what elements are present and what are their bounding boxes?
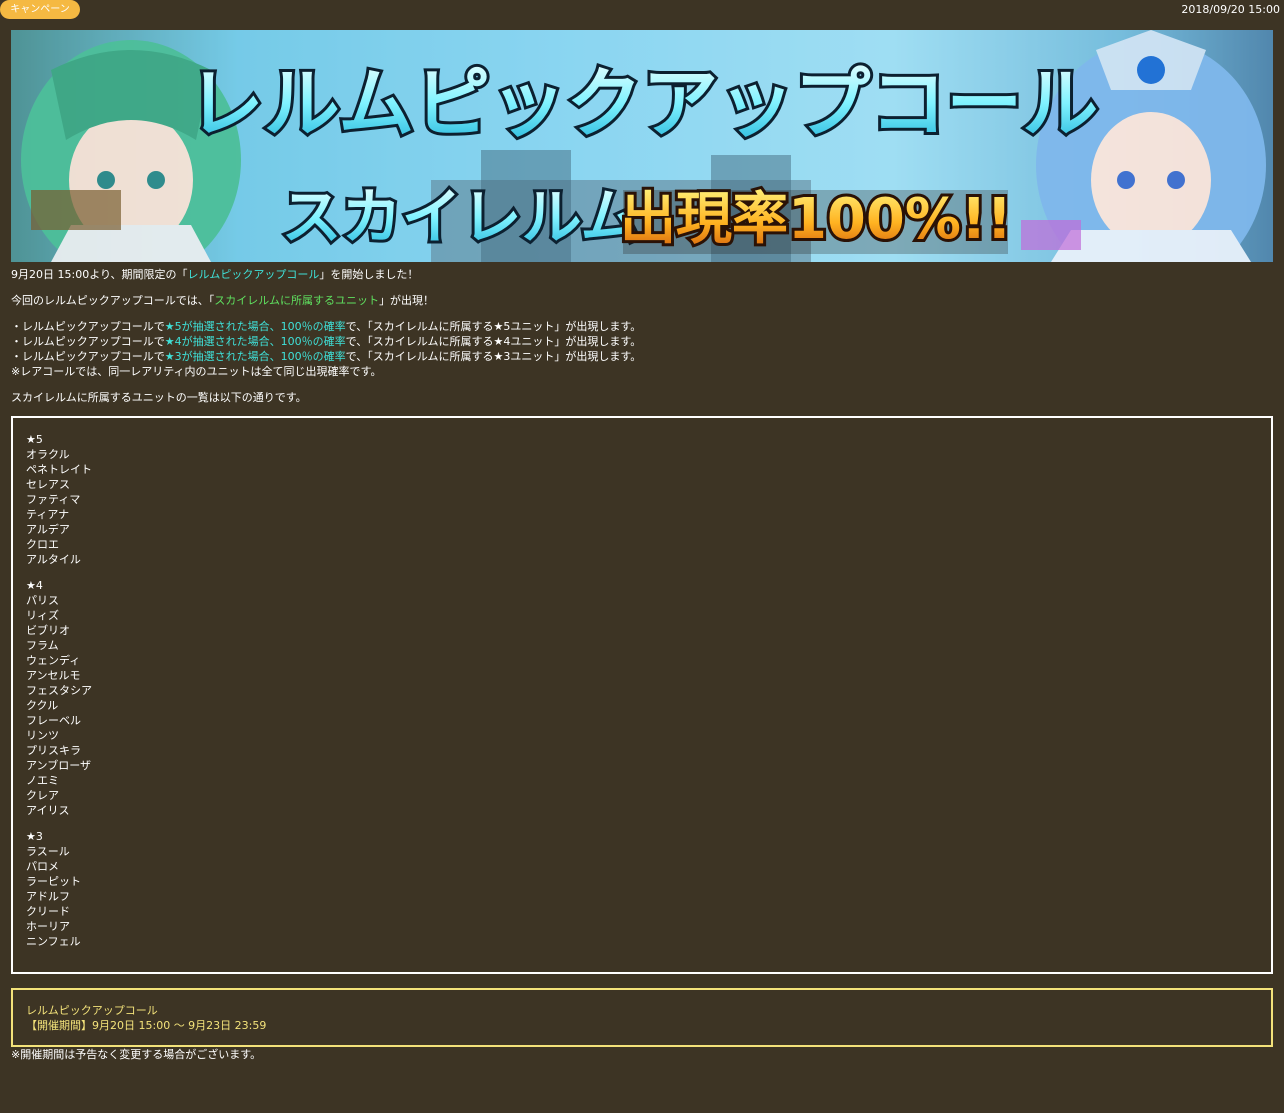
unit-name: ペネトレイト [26,463,92,476]
unit-name: オラクル [26,448,70,461]
rate-highlight: ★5が抽選された場合、100％の確率 [164,320,346,333]
unit-name: クロエ [26,538,59,551]
event-period-box: レルムピックアップコール 【開催期間】9月20日 15:00 ～ 9月23日 2… [11,988,1273,1047]
skyrealm-units-highlight: スカイレルムに所属するユニット [214,294,380,307]
rare-call-note: ※レアコールでは、同一レアリティ内のユニットは全て同じ出現確率です。 [11,365,382,378]
rate-text: で、「スカイレルムに所属する★4ユニット」が出現します。 [345,335,642,348]
intro-text: 9月20日 15:00より、期間限定の「 [11,268,188,281]
unit-name: ホーリア [26,920,70,933]
unit-name: ニンフェル [26,935,81,948]
unit-name: フェスタシア [26,684,92,697]
unit-name: アンブローザ [26,759,92,772]
article-body: 9月20日 15:00より、期間限定の「レルムピックアップコール」を開始しました… [11,267,1273,1073]
units-star5: ★5 オラクル ペネトレイト セレアス ファティマ ティアナ アルデア クロエ … [26,432,1258,567]
campaign-banner-image: レルムピックアップコール スカイレルム 出現率100%!! [11,30,1273,262]
rate-text: ・レルムピックアップコールで [11,320,165,333]
rate-line-star4: ・レルムピックアップコールで★4が抽選された場合、100％の確率で、「スカイレル… [11,335,641,348]
unit-name: ノエミ [26,774,59,787]
unit-name: ウェンディ [26,654,81,667]
intro-paragraph-1: 9月20日 15:00より、期間限定の「レルムピックアップコール」を開始しました… [11,267,1273,282]
unit-name: ククル [26,699,59,712]
rates-paragraph: ・レルムピックアップコールで★5が抽選された場合、100％の確率で、「スカイレル… [11,319,1273,379]
units-star4: ★4 パリス リィズ ビブリオ フラム ウェンディ アンセルモ フェスタシア ク… [26,578,1258,818]
schedule-change-note: ※開催期間は予告なく変更する場合がございます。 [11,1048,262,1061]
unit-name: リィズ [26,609,59,622]
unit-name: アイリス [26,804,70,817]
unit-name: ビブリオ [26,624,70,637]
rate-text: で、「スカイレルムに所属する★3ユニット」が出現します。 [345,350,642,363]
unit-name: セレアス [26,478,70,491]
banner-artwork: レルムピックアップコール スカイレルム 出現率100%!! [11,30,1273,262]
intro-paragraph-2: 今回のレルムピックアップコールでは、「スカイレルムに所属するユニット」が出現！ [11,293,1273,308]
category-badge[interactable]: キャンペーン [0,0,80,19]
unit-name: ファティマ [26,493,81,506]
units-star3: ★3 ラスール パロメ ラーピット アドルフ クリード ホーリア ニンフェル [26,829,1258,949]
rate-highlight: ★4が抽選された場合、100％の確率 [164,335,346,348]
unit-name: リンツ [26,729,59,742]
unit-name: パリス [26,594,59,607]
rate-text: で、「スカイレルムに所属する★5ユニット」が出現します。 [345,320,642,333]
rate-text: ・レルムピックアップコールで [11,350,165,363]
banner-title: レルムピックアップコール [188,59,1098,148]
unit-name: アンセルモ [26,669,81,682]
rate-highlight: ★3が抽選された場合、100％の確率 [164,350,346,363]
unit-name: ティアナ [26,508,70,521]
unit-name: ラーピット [26,875,81,888]
unit-name: クレア [26,789,59,802]
rate-line-star5: ・レルムピックアップコールで★5が抽選された場合、100％の確率で、「スカイレル… [11,320,641,333]
unit-name: フレーベル [26,714,81,727]
rarity-heading: ★3 [26,830,43,843]
banner-subtitle-right: 出現率100%!! [620,187,1012,252]
unit-name: パロメ [26,860,59,873]
intro-text: 」を開始しました！ [319,268,419,281]
unit-list-intro: スカイレルムに所属するユニットの一覧は以下の通りです。 [11,391,307,404]
pickup-call-link[interactable]: レルムピックアップコール [188,268,320,281]
rate-text: ・レルムピックアップコールで [11,335,165,348]
rate-line-star3: ・レルムピックアップコールで★3が抽選された場合、100％の確率で、「スカイレル… [11,350,641,363]
event-period-dates: 【開催期間】9月20日 15:00 ～ 9月23日 23:59 [26,1019,267,1032]
unit-name: アドルフ [26,890,70,903]
rarity-heading: ★5 [26,433,43,446]
rarity-heading: ★4 [26,579,43,592]
intro-text: 今回のレルムピックアップコールでは、「 [11,294,215,307]
unit-name: アルデア [26,523,70,536]
unit-name: アルタイル [26,553,81,566]
event-period-title: レルムピックアップコール [26,1004,158,1017]
intro-text: 」が出現！ [379,294,435,307]
post-date: 2018/09/20 15:00 [1181,3,1280,16]
unit-list-box: ★5 オラクル ペネトレイト セレアス ファティマ ティアナ アルデア クロエ … [11,416,1273,974]
unit-name: ラスール [26,845,70,858]
unit-name: フラム [26,639,59,652]
unit-name: プリスキラ [26,744,81,757]
unit-name: クリード [26,905,70,918]
banner-subtitle-left: スカイレルム [282,183,641,253]
